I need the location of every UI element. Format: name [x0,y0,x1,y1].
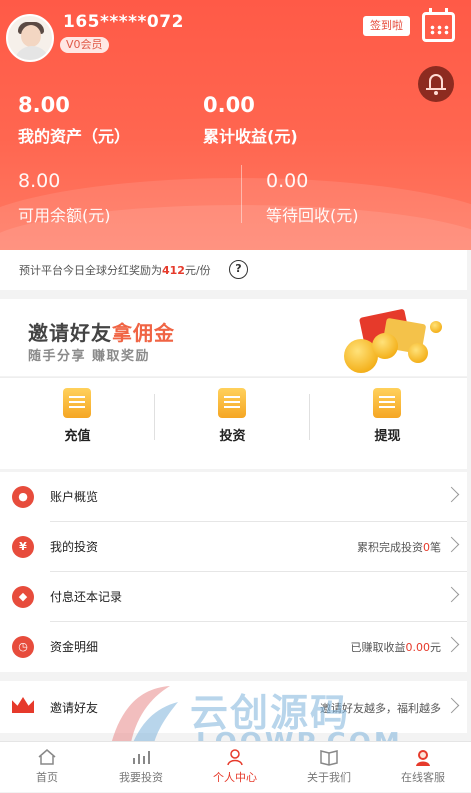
menu-item-account-overview[interactable]: ● 账户概览 [0,472,467,522]
tab-label: 我要投资 [119,771,163,784]
tab-about[interactable]: 关于我们 [282,742,376,793]
chevron-right-icon [443,636,460,653]
investment-count-prefix: 累积完成投资 [357,541,423,554]
withdraw-button[interactable]: 提现 [310,378,465,470]
banner-title-a: 邀请好友 [28,321,112,345]
menu-item-label: 账户概览 [50,490,99,504]
recharge-label: 充值 [64,429,91,444]
invest-label: 投资 [219,429,246,444]
withdraw-label: 提现 [374,429,401,444]
menu-item-label: 付息还本记录 [50,590,123,604]
bell-rim [426,88,446,90]
coin-icon [430,321,442,333]
investment-count-suffix: 笔 [430,541,441,554]
earnings-label: 累计收益(元) [203,127,298,146]
earned-income-value: 0.00 [405,641,431,654]
dividend-notice: 预计平台今日全球分红奖励为412元/份 ? [0,250,467,290]
bottom-tab-bar: 首页 我要投资 个人中心 关于我们 在线客服 [0,741,471,792]
vip-badge: V0会员 [60,37,109,53]
avatar-face [21,25,41,47]
assets-label: 我的资产（元） [18,127,131,146]
investment-count-value: 0 [423,541,430,554]
calendar-rings [429,8,448,14]
bell-clapper [434,91,438,95]
coin-icon [372,333,398,359]
diamond-icon: ◆ [12,586,34,608]
wallet-icon [63,388,91,418]
chevron-right-icon [443,536,460,553]
menu-item-fund-details[interactable]: ◷ 资金明细 已赚取收益0.00元 [0,622,467,672]
tab-label: 在线客服 [401,771,445,784]
earnings-value: 0.00 [203,93,255,117]
user-icon: ● [12,486,34,508]
clock-icon: ◷ [12,636,34,658]
help-icon[interactable]: ? [229,260,248,279]
gift-icon [373,388,401,418]
available-label: 可用余额(元) [18,206,111,225]
checkin-button[interactable]: 签到啦 [363,16,410,36]
calendar-icon[interactable] [422,8,455,42]
divider [241,165,242,223]
icon-lines [379,396,395,398]
available-value: 8.00 [18,170,61,192]
tab-customer-service[interactable]: 在线客服 [376,742,470,793]
chevron-right-icon [443,486,460,503]
earned-income-suffix: 元 [430,641,441,654]
home-icon [38,749,56,765]
coin-icon [408,343,428,363]
person-icon [227,749,243,766]
document-icon [218,388,246,418]
chevron-right-icon [443,697,460,714]
yen-icon: ¥ [12,536,34,558]
notice-amount: 412 [162,264,185,277]
invest-button[interactable]: 投资 [155,378,310,470]
book-icon [320,750,338,766]
invite-banner[interactable]: 邀请好友拿佣金 随手分享 赚取奖励 [0,299,467,376]
assets-value: 8.00 [18,93,70,117]
banner-title-b: 拿佣金 [112,321,175,345]
investment-count: 累积完成投资0笔 [357,539,441,555]
tab-profile[interactable]: 个人中心 [188,742,282,793]
quick-actions: 充值 投资 提现 [0,377,467,469]
menu-item-label: 我的投资 [50,540,99,554]
icon-lines [224,396,240,398]
menu-item-invite-friends[interactable]: 邀请好友 邀请好友越多，福利越多 [0,681,467,733]
tab-label: 个人中心 [213,771,257,784]
invite-hint: 邀请好友越多，福利越多 [320,702,441,715]
tab-invest[interactable]: 我要投资 [94,742,188,793]
avatar-body [14,46,50,60]
avatar[interactable] [6,14,54,62]
bell-icon[interactable] [418,66,454,102]
pending-value: 0.00 [266,170,309,192]
crown-icon [12,697,34,713]
banner-subtitle: 随手分享 赚取奖励 [28,349,151,364]
bell-body [429,74,443,89]
tab-label: 关于我们 [307,771,351,784]
service-icon [416,750,430,766]
recharge-button[interactable]: 充值 [0,378,155,470]
chart-icon [133,751,150,764]
tab-home[interactable]: 首页 [0,742,94,793]
invite-label: 邀请好友 [50,701,99,715]
menu-item-my-investments[interactable]: ¥ 我的投资 累积完成投资0笔 [0,522,467,572]
chevron-right-icon [443,586,460,603]
pending-label: 等待回收(元) [266,206,359,225]
notice-prefix: 预计平台今日全球分红奖励为 [19,264,162,277]
earned-income-prefix: 已赚取收益 [350,641,406,654]
account-menu: ● 账户概览 ¥ 我的投资 累积完成投资0笔 ◆ 付息还本记录 ◷ 资金明细 已… [0,472,467,672]
notice-suffix: 元/份 [184,264,211,277]
banner-title: 邀请好友拿佣金 [28,317,175,346]
tab-label: 首页 [36,771,58,784]
user-phone: 165*****072 [63,12,184,32]
calendar-dots [429,25,449,35]
account-header: 165*****072 V0会员 签到啦 8.00 我的资产（元） 0.00 累… [0,0,471,250]
menu-item-interest-records[interactable]: ◆ 付息还本记录 [0,572,467,622]
earned-income: 已赚取收益0.00元 [351,639,442,655]
menu-item-label: 资金明细 [50,640,99,654]
icon-lines [69,396,85,398]
